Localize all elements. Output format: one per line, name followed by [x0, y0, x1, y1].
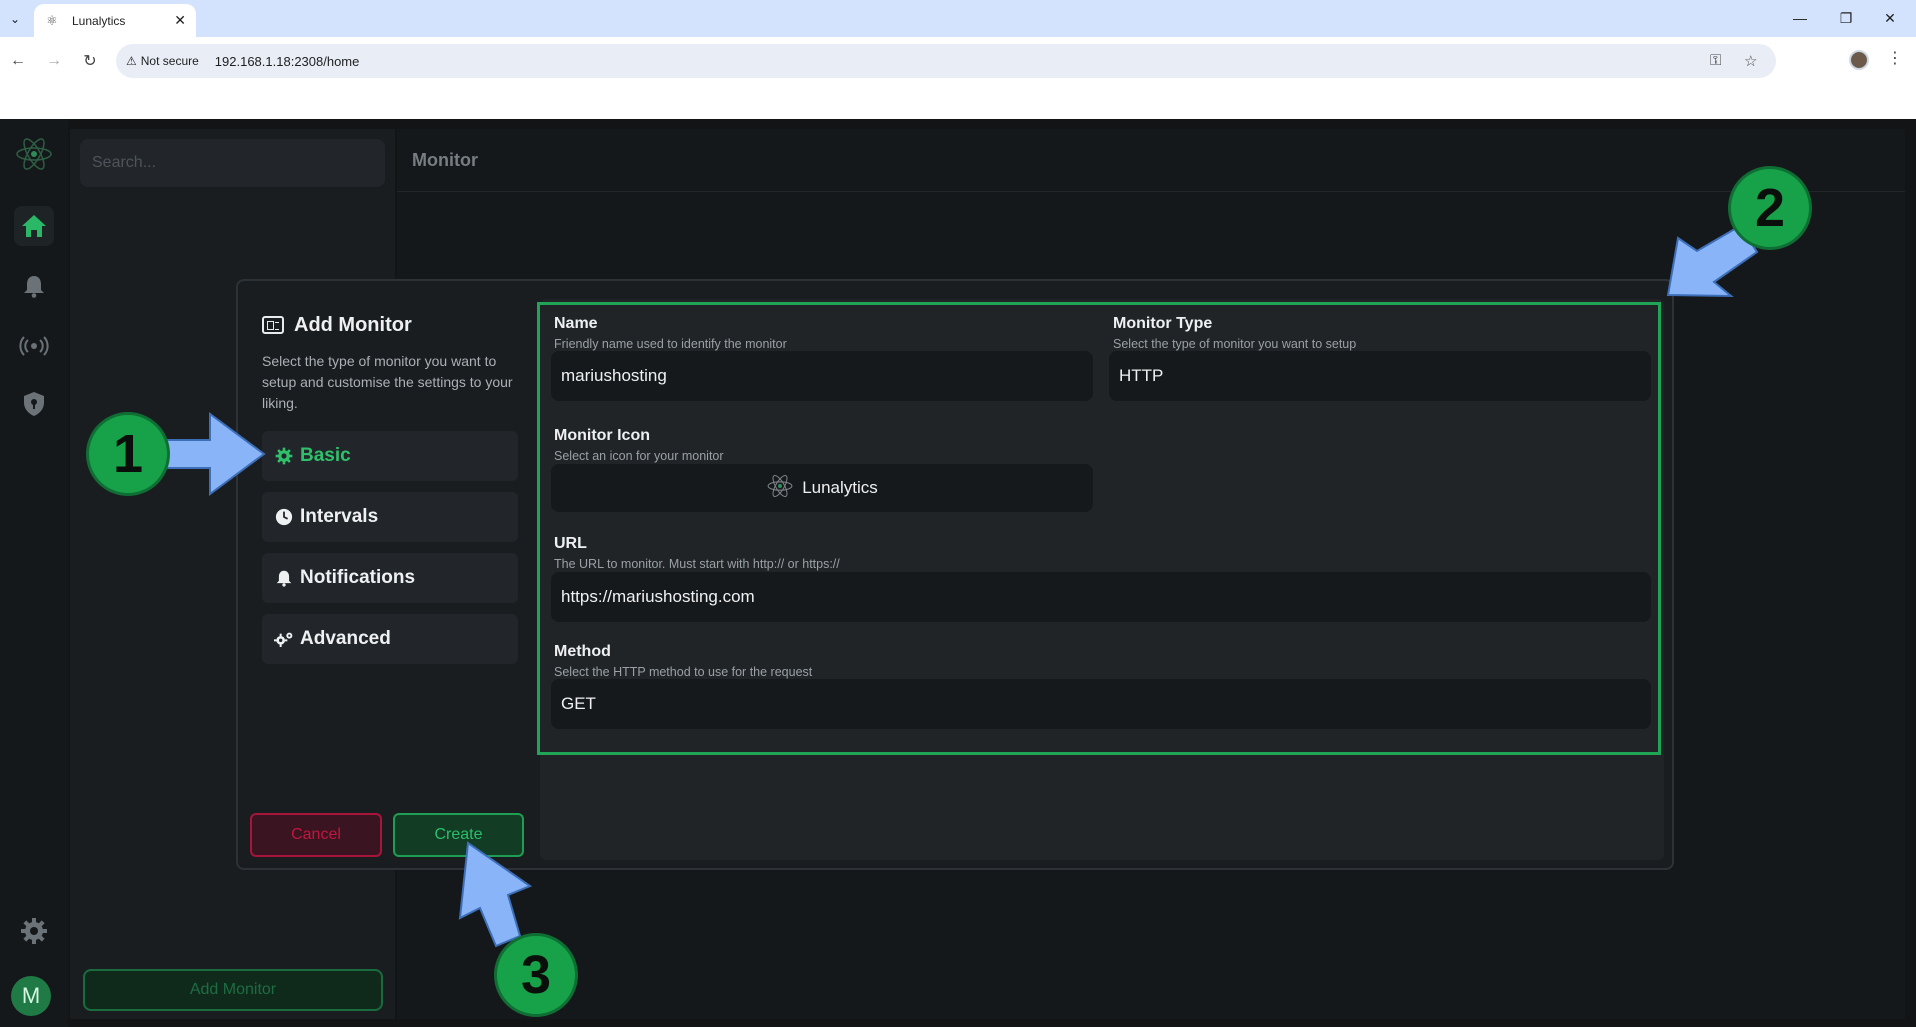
method-hint: Select the HTTP method to use for the re…	[554, 665, 813, 679]
name-label: Name	[554, 315, 598, 332]
url-label: URL	[554, 535, 587, 552]
name-hint: Friendly name used to identify the monit…	[554, 337, 787, 351]
atom-favicon-icon: ⚛	[46, 12, 58, 28]
url-text[interactable]: 192.168.1.18:2308/home	[215, 54, 360, 69]
restore-icon[interactable]: ❐	[1834, 6, 1858, 30]
modal-sidebar: Add Monitor Select the type of monitor y…	[262, 313, 518, 664]
clock-icon	[274, 507, 294, 527]
tab-notifications[interactable]: Notifications	[262, 553, 518, 603]
gear-icon	[274, 446, 294, 466]
form-icon	[262, 316, 284, 334]
gears-icon	[274, 629, 294, 649]
method-label: Method	[554, 643, 611, 660]
browser-tabstrip: ⌄ ⚛ Lunalytics ✕ — ❐ ✕	[0, 0, 1916, 37]
shield-icon[interactable]	[14, 384, 54, 424]
page-title: Monitor	[412, 150, 478, 170]
search-input[interactable]: Search...	[80, 139, 385, 187]
atom-icon	[766, 472, 794, 505]
browser-menu-icon[interactable]: ⋮	[1887, 48, 1903, 68]
method-select[interactable]: GET	[551, 679, 1651, 729]
tab-intervals[interactable]: Intervals	[262, 492, 518, 542]
url-hint: The URL to monitor. Must start with http…	[554, 557, 840, 571]
forward-icon[interactable]: →	[42, 49, 66, 73]
tab-label: Intervals	[300, 506, 379, 527]
tab-close-icon[interactable]: ✕	[174, 12, 186, 29]
modal-title: Add Monitor	[294, 313, 412, 336]
app-logo-icon[interactable]	[14, 134, 54, 174]
tab-label: Basic	[300, 445, 351, 466]
left-rail: M	[0, 119, 68, 1027]
callout-3: 3	[494, 933, 578, 1017]
add-monitor-button[interactable]: Add Monitor	[83, 969, 383, 1011]
callout-2: 2	[1728, 166, 1812, 250]
callout-1: 1	[86, 412, 170, 496]
close-window-icon[interactable]: ✕	[1878, 6, 1902, 30]
bell-icon	[274, 568, 294, 588]
tab-title: Lunalytics	[72, 13, 126, 28]
bell-icon[interactable]	[14, 266, 54, 306]
home-icon[interactable]	[14, 206, 54, 246]
create-button[interactable]: Create	[393, 813, 524, 857]
browser-toolbar: ← → ↻ ⚠ Not secure 192.168.1.18:2308/hom…	[0, 37, 1916, 85]
monitor-icon-hint: Select an icon for your monitor	[554, 449, 724, 463]
modal-header: Add Monitor	[262, 313, 518, 337]
add-monitor-modal: Add Monitor Select the type of monitor y…	[236, 279, 1674, 870]
minimize-icon[interactable]: —	[1788, 6, 1812, 30]
address-bar[interactable]: ⚠ Not secure 192.168.1.18:2308/home ⚿ ☆	[116, 44, 1776, 78]
monitor-type-label: Monitor Type	[1113, 315, 1213, 332]
back-icon[interactable]: ←	[6, 49, 30, 73]
broadcast-icon[interactable]	[14, 326, 54, 366]
monitor-type-hint: Select the type of monitor you want to s…	[1113, 337, 1357, 351]
divider	[397, 191, 1905, 192]
bookmark-star-icon[interactable]: ☆	[1744, 52, 1757, 70]
settings-gear-icon[interactable]	[14, 911, 54, 951]
tab-search-icon[interactable]: ⌄	[4, 8, 26, 30]
monitor-form: Name Friendly name used to identify the …	[540, 299, 1664, 860]
user-avatar[interactable]: M	[11, 976, 51, 1016]
modal-description: Select the type of monitor you want to s…	[262, 353, 513, 411]
reload-icon[interactable]: ↻	[78, 49, 102, 73]
tab-advanced[interactable]: Advanced	[262, 614, 518, 664]
warning-icon: ⚠	[126, 54, 137, 68]
tab-label: Advanced	[300, 628, 391, 649]
password-key-icon[interactable]: ⚿	[1710, 52, 1721, 69]
monitor-icon-picker[interactable]: Lunalytics	[551, 464, 1093, 512]
page-top-band	[0, 85, 1916, 119]
security-label[interactable]: Not secure	[141, 54, 199, 68]
tab-label: Notifications	[300, 567, 416, 588]
name-input[interactable]: mariushosting	[551, 351, 1093, 401]
cancel-button[interactable]: Cancel	[250, 813, 382, 857]
monitor-type-select[interactable]: HTTP	[1109, 351, 1651, 401]
browser-tab[interactable]: ⚛ Lunalytics ✕	[34, 4, 196, 37]
monitor-icon-value: Lunalytics	[802, 478, 878, 497]
profile-avatar[interactable]	[1849, 50, 1869, 70]
monitor-icon-label: Monitor Icon	[554, 427, 650, 444]
url-input[interactable]: https://mariushosting.com	[551, 572, 1651, 622]
tab-basic[interactable]: Basic	[262, 431, 518, 481]
